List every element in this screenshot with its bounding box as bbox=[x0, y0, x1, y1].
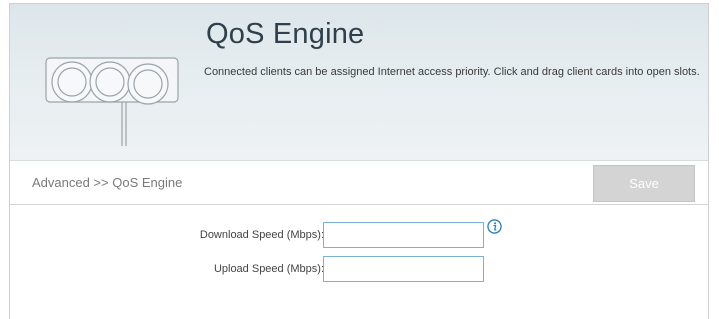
breadcrumb[interactable]: Advanced >> QoS Engine bbox=[32, 175, 182, 190]
qos-router-illustration-icon bbox=[45, 57, 179, 146]
page-header: QoS Engine Connected clients can be assi… bbox=[10, 4, 708, 161]
download-speed-row: Download Speed (Mbps): bbox=[10, 219, 708, 250]
page-description: Connected clients can be assigned Intern… bbox=[204, 66, 700, 78]
download-speed-input[interactable] bbox=[323, 222, 484, 248]
upload-speed-label: Upload Speed (Mbps): bbox=[213, 263, 324, 275]
breadcrumb-bar: Advanced >> QoS Engine Save bbox=[10, 161, 708, 205]
page-title: QoS Engine bbox=[206, 18, 365, 50]
download-speed-label: Download Speed (Mbps): bbox=[199, 229, 324, 241]
upload-speed-input[interactable] bbox=[323, 256, 484, 282]
info-icon[interactable] bbox=[487, 219, 502, 234]
qos-engine-page: QoS Engine Connected clients can be assi… bbox=[9, 3, 709, 319]
save-button[interactable]: Save bbox=[593, 165, 695, 202]
upload-speed-row: Upload Speed (Mbps): bbox=[10, 256, 708, 284]
